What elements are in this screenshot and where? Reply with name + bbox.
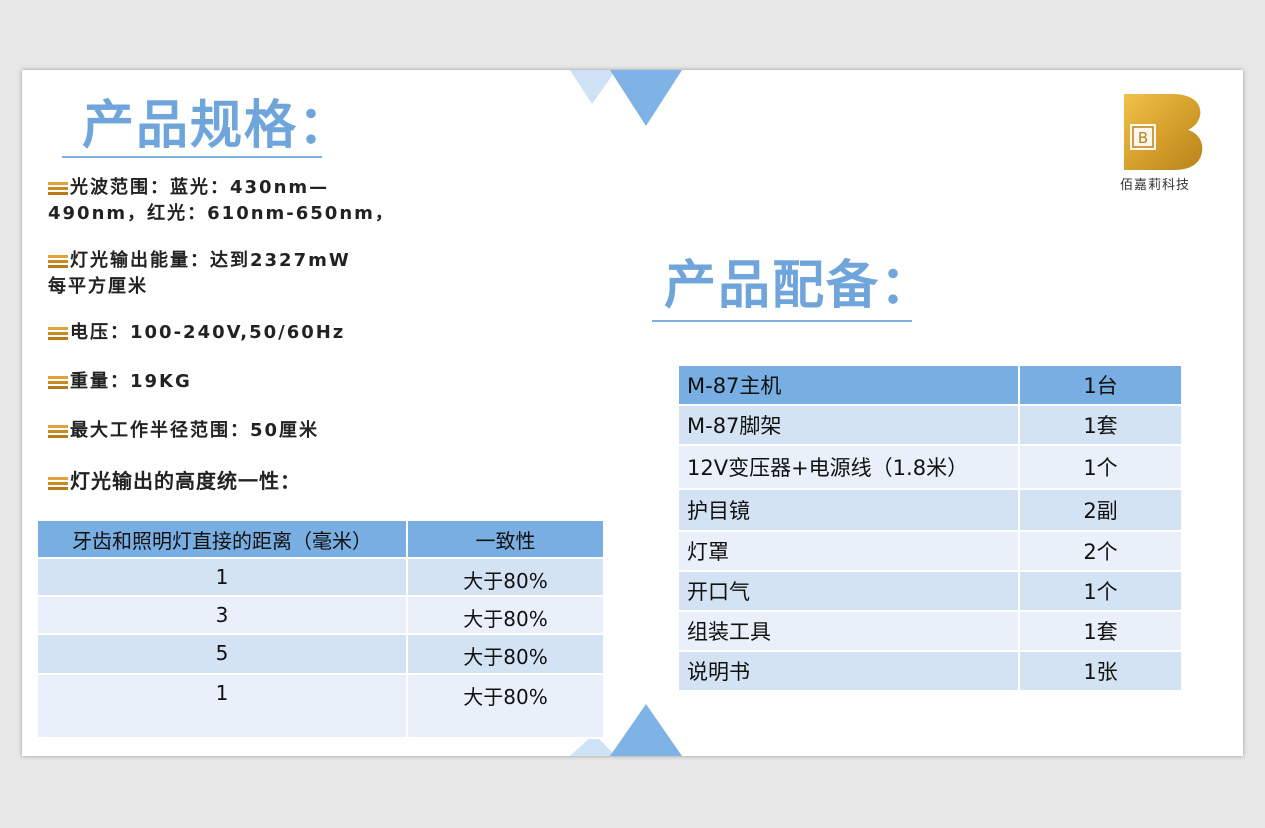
accessories-title-underline — [652, 320, 912, 322]
table-row: 说明书 1张 — [677, 650, 1183, 692]
company-logo-icon: B — [1124, 94, 1203, 170]
slide: 产品规格： 光波范围：蓝光：430nm— 490nm，红光：610nm-650n… — [22, 70, 1243, 756]
bullet-icon — [48, 179, 68, 195]
header-consistency: 一致性 — [406, 519, 605, 559]
item-name-cell: M-87主机 — [677, 364, 1020, 406]
accessories-title: 产品配备： — [664, 256, 935, 316]
table-row: 组装工具 1套 — [677, 610, 1183, 652]
table-row: 灯罩 2个 — [677, 530, 1183, 572]
table-header-row: 牙齿和照明灯直接的距离（毫米） 一致性 — [36, 519, 605, 559]
item-qty-cell: 1个 — [1018, 444, 1183, 490]
item-name-cell: 开口气 — [677, 570, 1020, 612]
item-qty-cell: 1张 — [1018, 650, 1183, 692]
bullet-icon — [48, 252, 68, 268]
spec-item-energy: 灯光输出能量：达到2327mW 每平方厘米 — [48, 248, 351, 300]
consistency-cell: 大于80% — [406, 633, 605, 675]
spec-item-weight: 重量：19KG — [48, 369, 192, 395]
item-qty-cell: 2副 — [1018, 488, 1183, 532]
company-name: 佰嘉莉科技 — [1120, 178, 1191, 193]
table-row: M-87脚架 1套 — [677, 404, 1183, 446]
item-name-cell: 组装工具 — [677, 610, 1020, 652]
header-distance: 牙齿和照明灯直接的距离（毫米） — [36, 519, 408, 559]
spec-item-voltage: 电压：100-240V,50/60Hz — [48, 320, 345, 346]
spec-weight: 重量：19KG — [70, 371, 192, 392]
consistency-cell: 大于80% — [406, 557, 605, 597]
bullet-icon — [48, 373, 68, 389]
spec-energy-line1: 灯光输出能量：达到2327mW — [70, 250, 351, 271]
specs-title-underline — [62, 156, 322, 158]
spec-item-radius: 最大工作半径范围：50厘米 — [48, 418, 319, 444]
spec-voltage: 电压：100-240V,50/60Hz — [70, 322, 346, 343]
table-row: M-87主机 1台 — [677, 364, 1183, 406]
table-row: 5 大于80% — [36, 633, 605, 675]
item-name-cell: 护目镜 — [677, 488, 1020, 532]
table-row: 护目镜 2副 — [677, 488, 1183, 532]
table-row: 1 大于80% — [36, 557, 605, 597]
consistency-cell: 大于80% — [406, 673, 605, 739]
logo-mark: B — [1138, 129, 1148, 147]
spec-energy-line2: 每平方厘米 — [48, 276, 148, 297]
item-name-cell: 说明书 — [677, 650, 1020, 692]
table-row: 3 大于80% — [36, 595, 605, 635]
table-row: 12V变压器+电源线（1.8米） 1个 — [677, 444, 1183, 490]
specs-title: 产品规格： — [82, 96, 353, 156]
uniformity-heading: 灯光输出的高度统一性： — [48, 468, 301, 494]
height-uniformity-table: 牙齿和照明灯直接的距离（毫米） 一致性 1 大于80% 3 大于80% 5 大于… — [36, 519, 605, 739]
bullet-icon — [48, 422, 68, 438]
item-qty-cell: 1套 — [1018, 610, 1183, 652]
accessories-table: M-87主机 1台 M-87脚架 1套 12V变压器+电源线（1.8米） 1个 … — [677, 364, 1183, 692]
item-name-cell: 12V变压器+电源线（1.8米） — [677, 444, 1020, 490]
uniformity-heading-text: 灯光输出的高度统一性： — [70, 469, 301, 493]
spec-item-wavelength: 光波范围：蓝光：430nm— 490nm，红光：610nm-650nm， — [48, 175, 395, 227]
item-qty-cell: 1台 — [1018, 364, 1183, 406]
item-qty-cell: 1个 — [1018, 570, 1183, 612]
table-row: 1 大于80% — [36, 673, 605, 739]
distance-cell: 1 — [36, 557, 408, 597]
bullet-icon — [48, 324, 68, 340]
top-triangle-decoration — [570, 70, 682, 126]
distance-cell: 1 — [36, 673, 408, 739]
item-qty-cell: 2个 — [1018, 530, 1183, 572]
bullet-icon — [48, 474, 68, 490]
consistency-cell: 大于80% — [406, 595, 605, 635]
item-qty-cell: 1套 — [1018, 404, 1183, 446]
distance-cell: 3 — [36, 595, 408, 635]
distance-cell: 5 — [36, 633, 408, 675]
table-row: 开口气 1个 — [677, 570, 1183, 612]
spec-wavelength-line1: 光波范围：蓝光：430nm— — [70, 177, 330, 198]
spec-radius: 最大工作半径范围：50厘米 — [70, 420, 320, 441]
item-name-cell: 灯罩 — [677, 530, 1020, 572]
item-name-cell: M-87脚架 — [677, 404, 1020, 446]
spec-wavelength-line2: 490nm，红光：610nm-650nm， — [48, 203, 395, 224]
